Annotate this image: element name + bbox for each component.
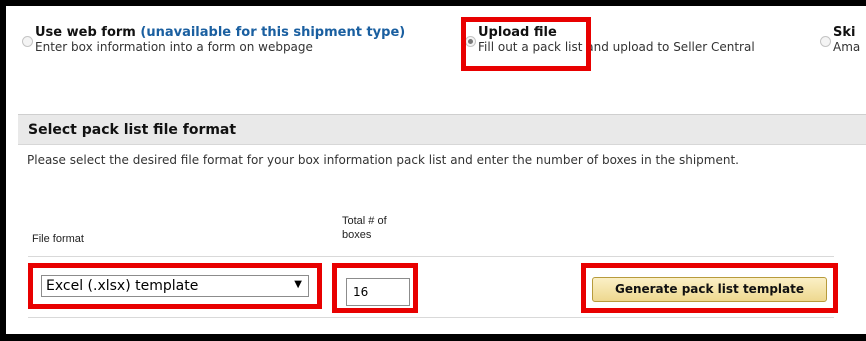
total-boxes-input[interactable] bbox=[346, 278, 410, 306]
section-header: Select pack list file format bbox=[18, 114, 866, 145]
file-format-value: Excel (.xlsx) template bbox=[46, 278, 199, 294]
option-skip-description: Ama bbox=[833, 40, 861, 54]
file-format-select[interactable]: Excel (.xlsx) template ▼ bbox=[41, 275, 309, 297]
skip-radio[interactable] bbox=[820, 36, 831, 47]
table-divider-top bbox=[28, 256, 834, 257]
section-title: Select pack list file format bbox=[28, 122, 237, 138]
option-skip: Ski Ama bbox=[833, 25, 860, 54]
option-upload-file: Upload file Fill out a pack list and upl… bbox=[478, 25, 755, 54]
option-web-form-description: Enter box information into a form on web… bbox=[35, 40, 313, 54]
web-form-radio[interactable] bbox=[22, 36, 33, 47]
total-boxes-label: Total # of boxes bbox=[342, 215, 387, 241]
section-instructions: Please select the desired file format fo… bbox=[27, 153, 739, 167]
upload-file-radio[interactable] bbox=[465, 36, 476, 47]
option-upload-file-description: Fill out a pack list and upload to Selle… bbox=[478, 40, 755, 54]
option-upload-file-title: Upload file bbox=[478, 25, 557, 40]
option-web-form-title: Use web form (unavailable for this shipm… bbox=[35, 25, 406, 40]
table-divider-bottom bbox=[28, 317, 834, 318]
dropdown-arrow-icon: ▼ bbox=[294, 279, 302, 290]
option-skip-title: Ski bbox=[833, 25, 856, 40]
file-format-label: File format bbox=[32, 233, 84, 245]
page-frame: Use web form (unavailable for this shipm… bbox=[6, 6, 866, 334]
option-web-form-note: (unavailable for this shipment type) bbox=[140, 25, 406, 40]
generate-pack-list-template-button[interactable]: Generate pack list template bbox=[592, 277, 827, 302]
option-web-form: Use web form (unavailable for this shipm… bbox=[35, 25, 405, 54]
